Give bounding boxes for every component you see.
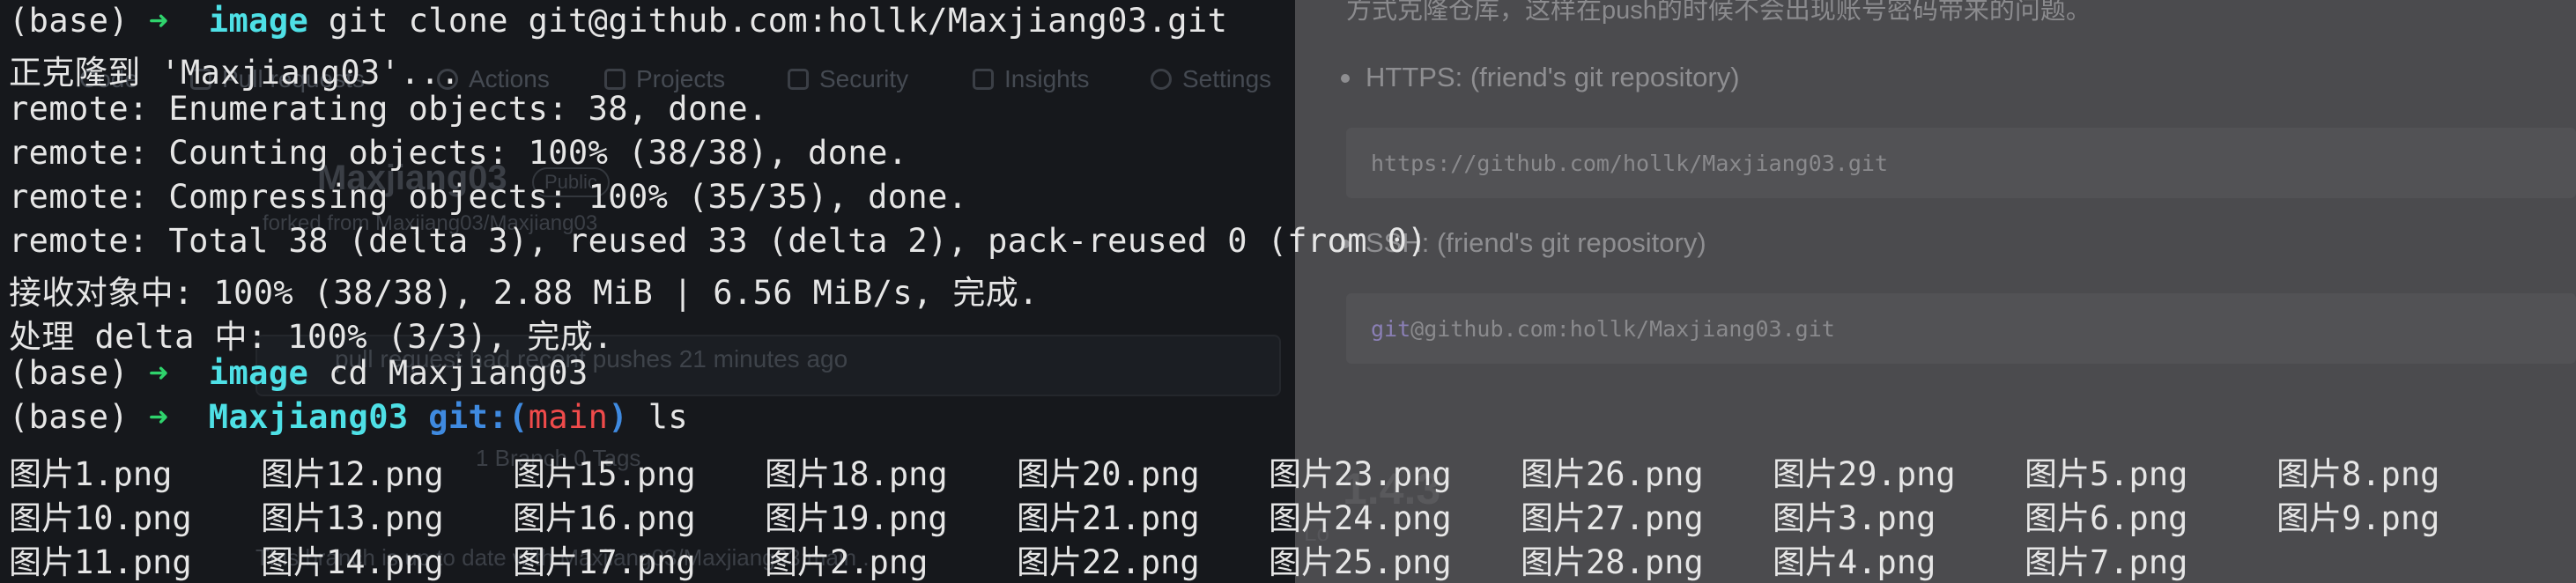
doc-panel: 方式克隆仓库，这样在push的时候不会出现账号密码带来的问题。 HTTPS: (… (1295, 0, 2576, 583)
recent-push-text: pull request had recent pushes 21 minute… (335, 345, 848, 373)
ssh-bullet: SSH: (friend's git repository) (1341, 227, 1706, 258)
doc-paragraph: 方式克隆仓库，这样在push的时候不会出现账号密码带来的问题。 (1346, 0, 2091, 25)
play-icon (437, 69, 458, 90)
tab-label: Settings (1182, 65, 1272, 92)
graph-icon (973, 69, 994, 90)
shield-icon (788, 69, 809, 90)
section-fragment: Lo (1304, 520, 1329, 546)
tab-label: Projects (636, 65, 726, 92)
branch-status-text: This branch is up to date with Maxjiang0… (255, 544, 870, 571)
tab-projects[interactable]: Projects (604, 65, 725, 93)
ssh-user: git (1371, 316, 1411, 342)
forked-from-link[interactable]: forked from Maxjiang03/Maxjiang03 (263, 211, 597, 236)
ssh-host-path: @github.com:hollk/Maxjiang03.git (1410, 316, 1835, 342)
https-bullet: HTTPS: (friend's git repository) (1341, 62, 1740, 92)
gear-icon (1151, 69, 1172, 90)
tab-label: Security (819, 65, 909, 92)
tab-security[interactable]: Security (788, 65, 908, 93)
visibility-badge: Public (532, 167, 610, 197)
tab-pull-requests[interactable]: Pull requests (190, 65, 365, 93)
ssh-url[interactable]: git@github.com:hollk/Maxjiang03.git (1371, 316, 1835, 342)
section-number: 1.4.3 (1343, 464, 1441, 513)
tab-settings[interactable]: Settings (1151, 65, 1271, 93)
ssh-code-block[interactable]: git@github.com:hollk/Maxjiang03.git (1346, 293, 2576, 364)
https-url[interactable]: https://github.com/hollk/Maxjiang03.git (1371, 151, 1888, 176)
repo-name[interactable]: Maxjiang03 (317, 159, 507, 198)
branch-tag-info[interactable]: 1 Branch 0 Tags (476, 445, 640, 472)
tab-label: Insights (1004, 65, 1090, 92)
tab-code[interactable]: Code (79, 65, 138, 93)
pull-request-icon (190, 69, 211, 90)
tab-actions[interactable]: Actions (437, 65, 550, 93)
table-icon (604, 69, 625, 90)
tab-label: Pull requests (222, 65, 365, 92)
tab-label: Actions (469, 65, 550, 92)
github-background-page: Code Pull requests Actions Projects Secu… (0, 0, 1295, 583)
tab-label: Code (79, 65, 138, 92)
https-code-block[interactable]: https://github.com/hollk/Maxjiang03.git (1346, 128, 2576, 198)
tab-insights[interactable]: Insights (973, 65, 1090, 93)
